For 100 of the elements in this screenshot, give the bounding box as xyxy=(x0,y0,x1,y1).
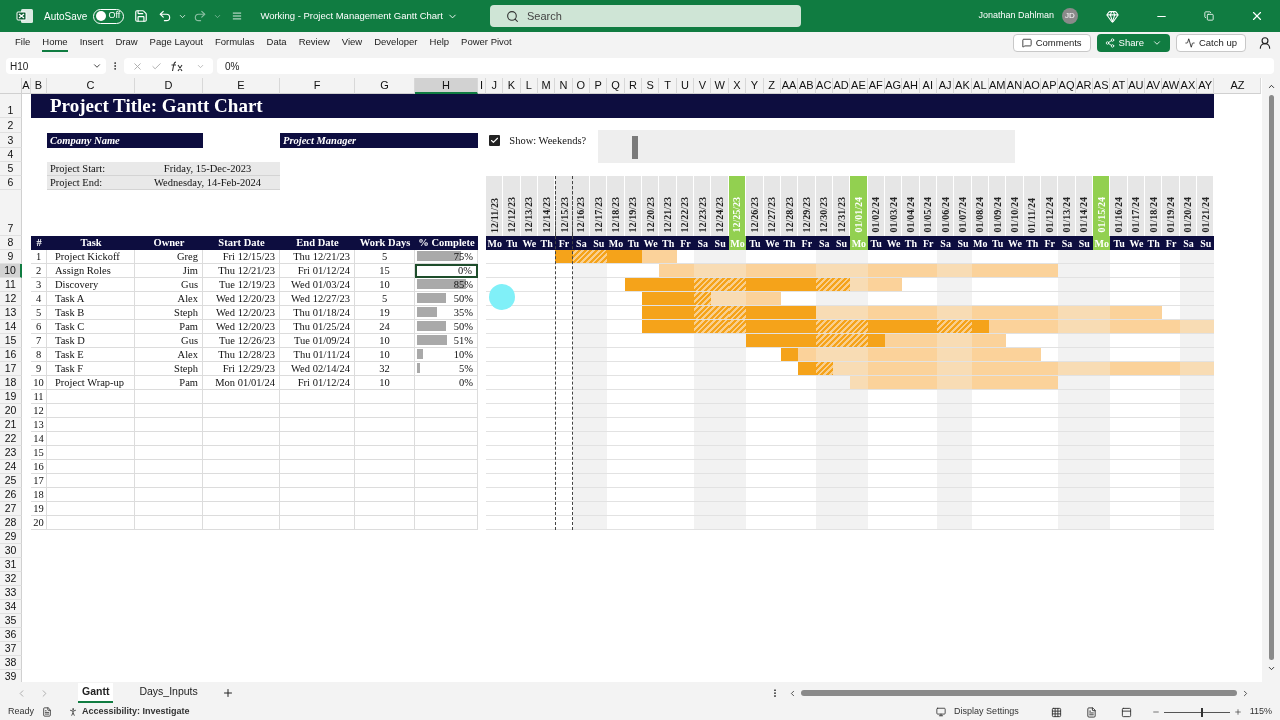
ribbon-tab[interactable]: Help xyxy=(429,34,450,52)
row-header[interactable]: 4 xyxy=(0,148,22,162)
column-header[interactable]: N xyxy=(555,78,573,94)
column-header[interactable]: AP xyxy=(1041,78,1059,94)
row-header[interactable]: 30 xyxy=(0,544,22,558)
restore-icon[interactable] xyxy=(1204,11,1214,21)
normal-view-icon[interactable] xyxy=(1050,706,1062,718)
column-header[interactable]: AQ xyxy=(1058,78,1076,94)
ribbon-tab[interactable]: Formulas xyxy=(214,34,255,52)
column-header[interactable]: AS xyxy=(1093,78,1111,94)
row-header[interactable]: 36 xyxy=(0,628,22,642)
zoom-in-icon[interactable] xyxy=(1233,708,1242,716)
column-header[interactable]: F xyxy=(280,78,355,94)
person-icon[interactable] xyxy=(1258,36,1272,50)
column-header[interactable]: AB xyxy=(798,78,816,94)
column-header[interactable]: M xyxy=(538,78,556,94)
horizontal-scrollbar[interactable] xyxy=(788,688,1250,698)
column-header[interactable]: AW xyxy=(1162,78,1180,94)
row-header[interactable]: 32 xyxy=(0,572,22,586)
page-break-icon[interactable] xyxy=(1120,706,1132,718)
macro-icon[interactable] xyxy=(42,707,52,717)
customize-toolbar-icon[interactable] xyxy=(232,11,243,21)
column-header[interactable]: J xyxy=(486,78,504,94)
column-header[interactable]: AH xyxy=(902,78,920,94)
search-field[interactable]: Search xyxy=(490,5,801,27)
formula-field[interactable]: 0% xyxy=(217,58,1274,74)
row-header[interactable]: 37 xyxy=(0,642,22,656)
row-header[interactable]: 5 xyxy=(0,162,22,176)
column-header[interactable]: K xyxy=(503,78,521,94)
catch-up-button[interactable]: Catch up xyxy=(1175,34,1246,52)
ribbon-tab[interactable]: Insert xyxy=(79,34,104,52)
row-header[interactable]: 27 xyxy=(0,502,22,516)
column-header[interactable]: H xyxy=(415,78,478,94)
ribbon-tab[interactable]: Power Pivot xyxy=(461,34,512,52)
ribbon-tab[interactable]: Home xyxy=(42,34,68,52)
row-header[interactable]: 14 xyxy=(0,320,22,334)
row-header[interactable]: 13 xyxy=(0,306,22,320)
display-icon[interactable] xyxy=(936,707,947,717)
column-header[interactable]: G xyxy=(355,78,415,94)
row-header[interactable]: 33 xyxy=(0,586,22,600)
row-header[interactable]: 39 xyxy=(0,670,22,682)
column-header[interactable]: D xyxy=(135,78,203,94)
ribbon-tab[interactable]: Draw xyxy=(115,34,138,52)
comments-button[interactable]: Comments xyxy=(1012,34,1091,52)
column-header[interactable]: C xyxy=(47,78,135,94)
undo-icon[interactable] xyxy=(158,9,173,23)
column-header[interactable]: Y xyxy=(746,78,764,94)
accessibility-status[interactable]: Accessibility: Investigate xyxy=(82,705,190,719)
row-header[interactable]: 29 xyxy=(0,530,22,544)
column-header[interactable]: W xyxy=(711,78,729,94)
percent-complete-cell[interactable]: 50% xyxy=(415,320,478,334)
diamond-icon[interactable] xyxy=(1106,9,1119,23)
ribbon-tab[interactable]: File xyxy=(15,34,31,52)
percent-complete-cell[interactable]: 35% xyxy=(415,306,478,320)
sheet-tab[interactable]: Gantt xyxy=(78,683,114,703)
row-header[interactable]: 11 xyxy=(0,278,22,292)
caret-icon[interactable] xyxy=(92,61,102,71)
row-header[interactable]: 21 xyxy=(0,418,22,432)
zoom-thumb[interactable] xyxy=(1201,707,1204,717)
ribbon-tab[interactable]: Page Layout xyxy=(149,34,203,52)
column-header[interactable]: AV xyxy=(1145,78,1163,94)
row-header[interactable]: 8 xyxy=(0,236,22,250)
row-header[interactable]: 6 xyxy=(0,176,22,190)
row-header[interactable]: 26 xyxy=(0,488,22,502)
column-header[interactable]: AT xyxy=(1110,78,1128,94)
document-title[interactable]: Working - Project Management Gantt Chart xyxy=(260,8,458,24)
ribbon-tab[interactable]: View xyxy=(341,34,363,52)
row-header[interactable]: 19 xyxy=(0,390,22,404)
column-header[interactable]: AY xyxy=(1197,78,1215,94)
row-header[interactable]: 12 xyxy=(0,292,22,306)
project-manager-field[interactable]: Project Manager xyxy=(280,133,478,148)
column-header[interactable]: P xyxy=(590,78,608,94)
row-header[interactable]: 1 xyxy=(0,94,22,118)
row-header[interactable]: 16 xyxy=(0,348,22,362)
column-header[interactable]: AZ xyxy=(1214,78,1262,94)
percent-complete-cell[interactable]: 5% xyxy=(415,362,478,376)
column-header[interactable]: E xyxy=(203,78,280,94)
column-header[interactable]: B xyxy=(31,78,47,94)
share-button[interactable]: Share xyxy=(1096,34,1170,52)
percent-complete-cell[interactable]: 10% xyxy=(415,348,478,362)
scroll-up-icon[interactable] xyxy=(1266,82,1276,91)
column-header[interactable]: T xyxy=(659,78,677,94)
column-header[interactable]: Q xyxy=(607,78,625,94)
percent-complete-cell[interactable]: 0% xyxy=(415,264,478,278)
scroll-right-icon[interactable] xyxy=(1241,688,1250,698)
row-header[interactable]: 2 xyxy=(0,118,22,133)
accessibility-icon[interactable] xyxy=(68,707,78,717)
row-header[interactable]: 38 xyxy=(0,656,22,670)
ribbon-tab[interactable]: Data xyxy=(266,34,287,52)
column-header[interactable]: AK xyxy=(954,78,972,94)
row-header[interactable]: 23 xyxy=(0,446,22,460)
sheet-tab[interactable]: Days_Inputs xyxy=(135,683,202,703)
row-header[interactable]: 20 xyxy=(0,404,22,418)
autosave-toggle[interactable]: Off xyxy=(93,8,125,24)
row-header[interactable]: 31 xyxy=(0,558,22,572)
scroll-down-icon[interactable] xyxy=(1266,664,1276,673)
row-header[interactable]: 34 xyxy=(0,600,22,614)
row-header[interactable]: 15 xyxy=(0,334,22,348)
save-icon[interactable] xyxy=(134,9,149,23)
row-header[interactable]: 18 xyxy=(0,376,22,390)
